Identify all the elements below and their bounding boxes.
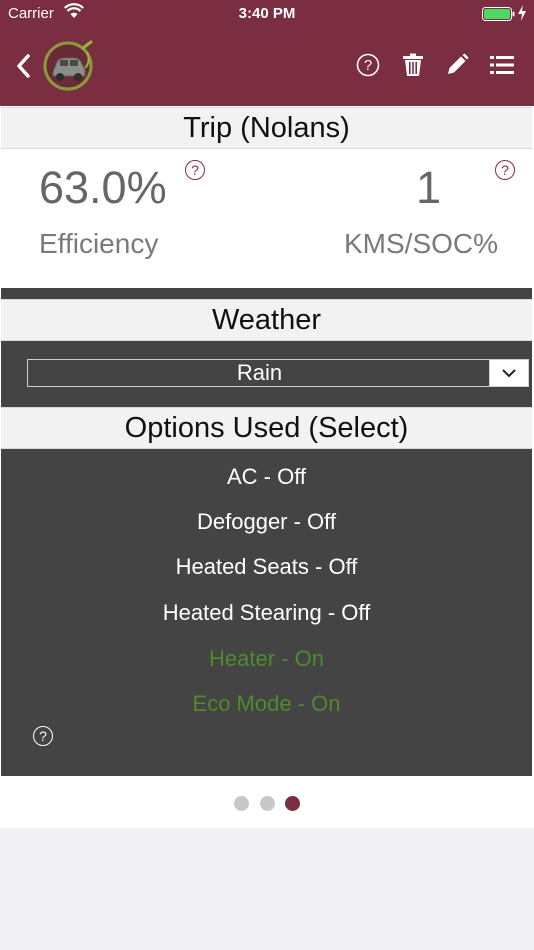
kms-soc-value: 1	[416, 162, 442, 213]
page-dot-2[interactable]	[259, 796, 275, 811]
page-dot-1[interactable]	[234, 796, 250, 811]
page-dot-3[interactable]	[284, 796, 300, 811]
kms-soc-label: KMS/SOC%	[344, 228, 499, 259]
back-chevron-icon[interactable]	[14, 52, 34, 80]
trip-title: Trip (Nolans)	[1, 107, 532, 149]
battery-icon	[482, 7, 515, 21]
dropdown-button[interactable]	[489, 360, 528, 386]
weather-title: Weather	[1, 299, 532, 341]
option-heated-steering[interactable]: Heated Stearing - Off	[1, 600, 532, 626]
nav-bar: Carrier 3:40 PM ?	[0, 0, 534, 106]
option-heated-seats[interactable]: Heated Seats - Off	[1, 554, 532, 580]
efficiency-value: 63.0%	[39, 162, 167, 213]
trip-page: Trip (Nolans) 63.0% ? Efficiency 1 ? KMS…	[0, 106, 534, 828]
options-title: Options Used (Select)	[1, 407, 532, 449]
option-defogger[interactable]: Defogger - Off	[1, 509, 532, 535]
pencil-icon[interactable]	[445, 53, 469, 77]
trash-icon[interactable]	[401, 53, 425, 77]
status-bar: Carrier 3:40 PM	[0, 0, 534, 28]
ev-car-logo-icon	[43, 40, 93, 91]
option-ac[interactable]: AC - Off	[1, 464, 532, 490]
efficiency-help-icon[interactable]: ?	[185, 160, 205, 180]
weather-select[interactable]: Rain	[27, 359, 529, 387]
option-heater[interactable]: Heater - On	[1, 646, 532, 672]
weather-selected-value: Rain	[236, 360, 283, 385]
options-help-icon[interactable]: ?	[33, 726, 53, 746]
option-eco-mode[interactable]: Eco Mode - On	[1, 691, 532, 717]
clock: 3:40 PM	[238, 5, 296, 22]
page-indicator	[0, 796, 534, 816]
charging-bolt-icon	[518, 5, 526, 21]
svg-text:?: ?	[364, 57, 372, 74]
chevron-down-icon	[502, 369, 516, 378]
kms-soc-help-icon[interactable]: ?	[495, 160, 515, 180]
help-icon[interactable]: ?	[356, 53, 380, 77]
list-icon[interactable]	[490, 53, 514, 77]
efficiency-label: Efficiency	[39, 228, 159, 259]
